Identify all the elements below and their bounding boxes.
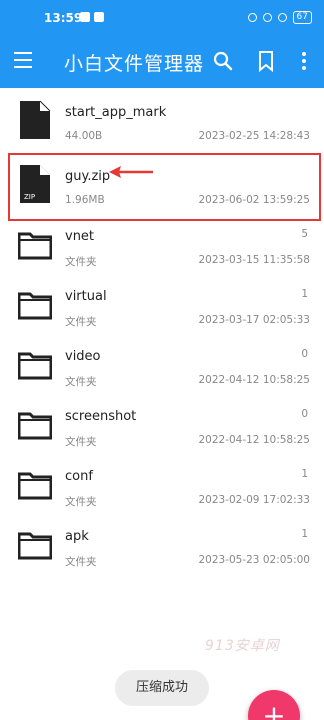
app-bar: 小白文件管理器	[0, 36, 324, 88]
item-count: 0	[301, 408, 308, 420]
wifi-icon	[277, 13, 287, 22]
folder-date: 2023-05-23 02:05:00	[198, 554, 310, 566]
folder-name: video	[65, 349, 101, 364]
notification-icon	[94, 12, 104, 22]
file-date: 2023-02-25 14:28:43	[198, 130, 310, 142]
menu-icon[interactable]	[14, 52, 34, 72]
folder-icon	[17, 404, 53, 444]
folder-name: screenshot	[65, 409, 137, 424]
folder-label: 文件夹	[65, 376, 97, 388]
battery-icon: 67	[292, 11, 312, 24]
list-item[interactable]: video 文件夹 0 2022-04-12 10:58:25	[0, 336, 324, 396]
status-bar: 13:59 67	[0, 0, 324, 36]
annotation-arrow-icon	[107, 163, 155, 181]
folder-name: vnet	[65, 229, 95, 244]
folder-icon	[17, 524, 53, 564]
app-title: 小白文件管理器	[64, 53, 205, 75]
folder-label: 文件夹	[65, 556, 97, 568]
search-icon[interactable]	[212, 50, 234, 72]
folder-label: 文件夹	[65, 316, 97, 328]
notification-icon	[80, 12, 90, 22]
mute-icon	[262, 13, 272, 22]
bookmark-icon[interactable]	[255, 50, 277, 72]
file-name: start_app_mark	[65, 105, 167, 120]
folder-name: conf	[65, 469, 93, 484]
folder-label: 文件夹	[65, 496, 97, 508]
folder-date: 2023-03-15 11:35:58	[198, 254, 310, 266]
list-item[interactable]: start_app_mark 44.00B 2023-02-25 14:28:4…	[0, 92, 324, 152]
status-time: 13:59	[44, 11, 83, 25]
alarm-icon	[247, 13, 257, 22]
folder-name: virtual	[65, 289, 107, 304]
folder-label: 文件夹	[65, 436, 97, 448]
list-item[interactable]: virtual 文件夹 1 2023-03-17 02:05:33	[0, 276, 324, 336]
highlight-box	[8, 153, 321, 221]
file-size: 44.00B	[65, 130, 103, 142]
folder-icon	[17, 464, 53, 504]
folder-icon	[17, 284, 53, 324]
watermark: 913安卓网	[205, 638, 280, 654]
folder-icon	[17, 224, 53, 264]
status-icons: 67	[247, 11, 312, 24]
toast-message: 压缩成功	[115, 670, 209, 706]
folder-name: apk	[65, 529, 89, 544]
folder-date: 2022-04-12 10:58:25	[198, 374, 310, 386]
folder-date: 2023-02-09 17:02:33	[198, 494, 310, 506]
list-item[interactable]: conf 文件夹 1 2023-02-09 17:02:33	[0, 456, 324, 516]
more-vert-icon[interactable]	[293, 50, 315, 72]
list-item[interactable]: apk 文件夹 1 2023-05-23 02:05:00	[0, 516, 324, 576]
item-count: 1	[301, 468, 308, 480]
folder-icon	[17, 344, 53, 384]
folder-date: 2022-04-12 10:58:25	[198, 434, 310, 446]
item-count: 1	[301, 528, 308, 540]
folder-date: 2023-03-17 02:05:33	[198, 314, 310, 326]
list-item[interactable]: screenshot 文件夹 0 2022-04-12 10:58:25	[0, 396, 324, 456]
item-count: 0	[301, 348, 308, 360]
file-icon	[18, 100, 52, 140]
add-fab-button[interactable]: +	[248, 690, 300, 720]
item-count: 5	[301, 228, 308, 240]
list-item[interactable]: vnet 文件夹 5 2023-03-15 11:35:58	[0, 216, 324, 276]
folder-label: 文件夹	[65, 256, 97, 268]
item-count: 1	[301, 288, 308, 300]
